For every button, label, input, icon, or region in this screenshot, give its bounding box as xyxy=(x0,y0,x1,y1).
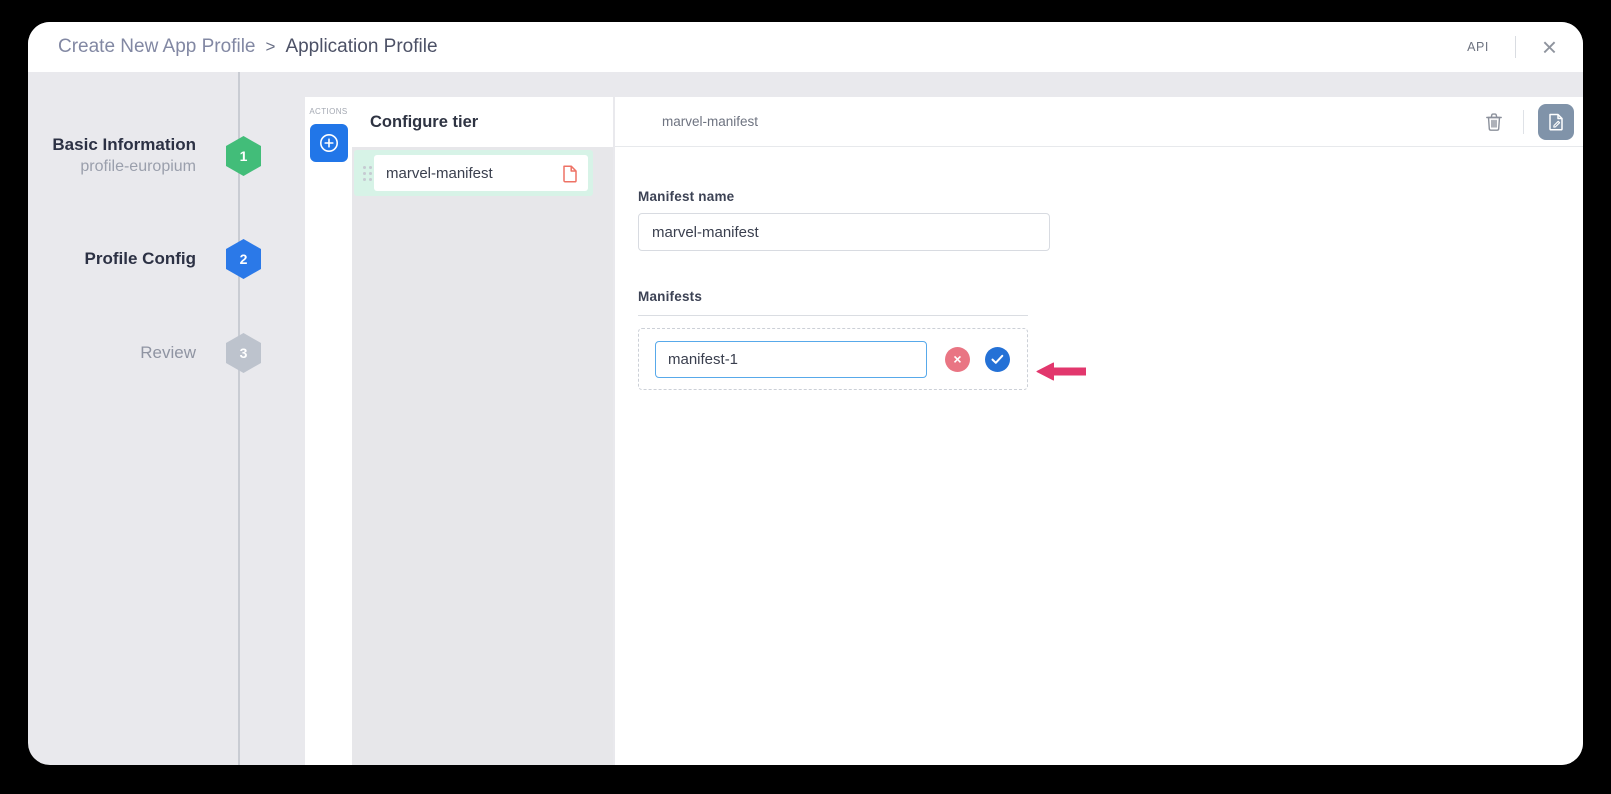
step-subtitle: profile-europium xyxy=(52,156,196,178)
list-item[interactable]: marvel-manifest xyxy=(354,150,593,196)
tier-list-header: Configure tier xyxy=(352,97,613,147)
file-edit-icon xyxy=(1547,112,1565,132)
tier-list-panel: Configure tier marvel-manifest xyxy=(352,97,613,765)
detail-header: marvel-manifest xyxy=(615,97,1583,147)
tier-name: marvel-manifest xyxy=(386,165,493,182)
content-area: Basic Information profile-europium 1 Pro… xyxy=(28,72,1583,765)
manifest-detail-panel: marvel-manifest xyxy=(615,97,1583,765)
manifests-label: Manifests xyxy=(638,289,1583,304)
actions-label: ACTIONS xyxy=(309,107,347,116)
manifest-entry-input[interactable] xyxy=(655,341,927,378)
breadcrumb-primary[interactable]: Create New App Profile xyxy=(58,36,256,58)
header-divider xyxy=(1523,110,1524,134)
step-title: Review xyxy=(140,342,196,364)
confirm-entry-button[interactable] xyxy=(985,347,1010,372)
close-icon[interactable]: × xyxy=(1542,36,1557,58)
tier-list-title: Configure tier xyxy=(370,113,478,132)
step-number-badge: 2 xyxy=(226,239,261,279)
manifest-entry-row: × xyxy=(638,328,1028,390)
manifest-entry-box: × xyxy=(638,328,1028,390)
manifests-rule xyxy=(638,315,1028,316)
step-basic-information[interactable]: Basic Information profile-europium 1 xyxy=(28,134,261,178)
step-review[interactable]: Review 3 xyxy=(28,333,261,373)
add-tier-button[interactable] xyxy=(310,124,348,162)
annotation-left-arrow xyxy=(1036,362,1086,386)
titlebar-actions: API × xyxy=(1467,36,1557,58)
cancel-entry-button[interactable]: × xyxy=(945,347,970,372)
trash-icon xyxy=(1485,112,1503,132)
detail-title: marvel-manifest xyxy=(662,114,758,129)
breadcrumb-secondary: Application Profile xyxy=(285,36,437,58)
step-title: Basic Information xyxy=(52,134,196,156)
titlebar: Create New App Profile > Application Pro… xyxy=(28,22,1583,72)
step-title: Profile Config xyxy=(85,248,196,270)
plus-circle-icon xyxy=(318,132,340,154)
app-modal-window: Create New App Profile > Application Pro… xyxy=(28,22,1583,765)
api-button[interactable]: API xyxy=(1467,40,1489,54)
detail-header-actions xyxy=(1485,104,1574,140)
step-profile-config[interactable]: Profile Config 2 xyxy=(28,239,261,279)
detail-form: Manifest name Manifests × xyxy=(615,147,1583,390)
file-icon xyxy=(562,164,578,183)
titlebar-divider xyxy=(1515,36,1516,58)
manifest-name-input[interactable] xyxy=(638,213,1050,251)
drag-handle-dots[interactable] xyxy=(354,166,374,181)
breadcrumb-separator-icon: > xyxy=(266,37,276,57)
actions-column: ACTIONS xyxy=(305,97,352,765)
delete-button[interactable] xyxy=(1485,112,1503,132)
stepper-sidebar: Basic Information profile-europium 1 Pro… xyxy=(28,72,305,765)
tier-list-body: marvel-manifest xyxy=(352,147,613,765)
step-number-badge: 3 xyxy=(226,333,261,373)
check-circle-icon xyxy=(991,354,1004,365)
screenshot-stage: Create New App Profile > Application Pro… xyxy=(0,0,1611,794)
edit-manifest-button[interactable] xyxy=(1538,104,1574,140)
breadcrumb: Create New App Profile > Application Pro… xyxy=(58,36,438,58)
step-number-badge: 1 xyxy=(226,136,261,176)
x-circle-icon: × xyxy=(953,352,961,366)
tier-card: marvel-manifest xyxy=(374,155,588,191)
manifest-name-label: Manifest name xyxy=(638,189,1583,204)
